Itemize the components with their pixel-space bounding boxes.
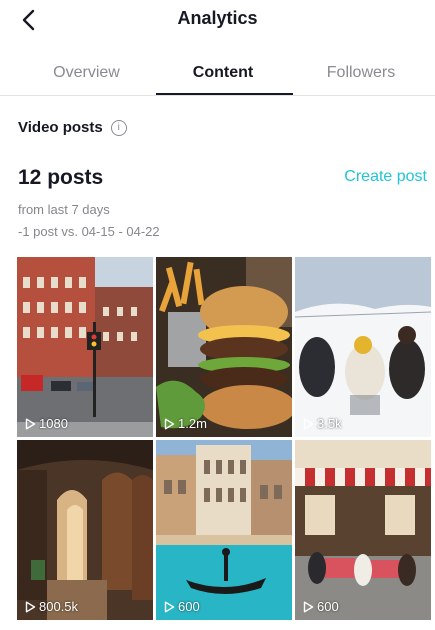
video-thumbnail[interactable]: 800.5k: [17, 440, 153, 620]
burger-thumbnail: [156, 257, 292, 437]
tab-followers[interactable]: Followers: [293, 64, 429, 82]
view-count: 600: [303, 599, 339, 614]
view-count: 600: [164, 599, 200, 614]
view-count: 1080: [25, 416, 68, 431]
posts-count: 12 posts: [18, 166, 104, 189]
gondola-canal-thumbnail: [156, 440, 292, 620]
video-thumbnail[interactable]: 1.2m: [156, 257, 292, 437]
play-outline-icon: [303, 601, 314, 612]
play-outline-icon: [164, 601, 175, 612]
page-title: Analytics: [177, 8, 258, 28]
info-icon[interactable]: i: [110, 119, 127, 136]
play-outline-icon: [303, 418, 314, 429]
video-thumbnail[interactable]: 600: [156, 440, 292, 620]
play-outline-icon: [25, 418, 36, 429]
view-count-text: 600: [317, 599, 339, 614]
snow-people-thumbnail: [295, 257, 431, 437]
view-count-text: 800.5k: [39, 599, 79, 614]
view-count: 800.5k: [25, 599, 78, 614]
cafe-thumbnail: [295, 440, 431, 620]
view-count-text: 600: [178, 599, 200, 614]
video-thumbnail[interactable]: 1080: [17, 257, 153, 437]
tab-overview[interactable]: Overview: [20, 64, 153, 82]
play-outline-icon: [25, 601, 36, 612]
video-thumbnail[interactable]: 3.5k: [295, 257, 431, 437]
view-count: 1.2m: [164, 416, 207, 431]
view-count-text: 1080: [39, 416, 68, 431]
view-count-text: 3.5k: [317, 416, 342, 431]
play-outline-icon: [164, 418, 175, 429]
period-text: from last 7 days: [18, 202, 110, 217]
tab-bar: Overview Content Followers: [0, 52, 435, 96]
video-thumbnail[interactable]: 600: [295, 440, 431, 620]
city-street-thumbnail: [17, 257, 153, 437]
tab-content[interactable]: Content: [153, 64, 293, 82]
view-count: 3.5k: [303, 416, 342, 431]
active-tab-indicator: [156, 93, 293, 95]
arcade-thumbnail: [17, 440, 153, 620]
header: Analytics: [0, 0, 435, 40]
view-count-text: 1.2m: [178, 416, 207, 431]
section-label: Video posts: [18, 119, 103, 136]
comparison-text: -1 post vs. 04-15 - 04-22: [18, 224, 160, 239]
create-post-link[interactable]: Create post: [344, 168, 427, 186]
video-posts-heading: Video posts i: [18, 119, 127, 136]
